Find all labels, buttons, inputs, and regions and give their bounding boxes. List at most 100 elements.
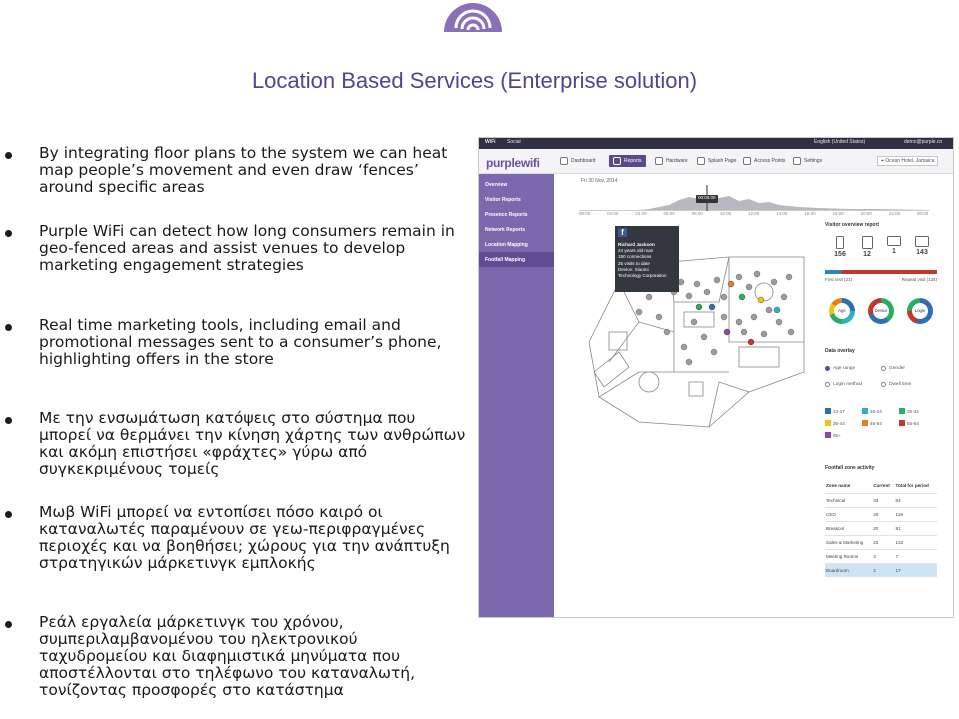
nav-splash-page[interactable]: Splash Page — [697, 155, 736, 167]
legend-label: 55-64 — [907, 420, 919, 426]
time-tick-label: 06:00 — [663, 211, 675, 216]
table-row[interactable]: CEO 20 119 — [825, 506, 937, 521]
nav-settings[interactable]: Settings — [793, 155, 822, 167]
bullet-text: By integrating floor plans to the system… — [39, 144, 448, 196]
nav-reports[interactable]: Reports — [609, 155, 646, 167]
legend-swatch — [825, 420, 831, 426]
app-header: purplewifi Dashboard Reports Hardware Sp… — [479, 149, 953, 174]
overlay-option-gender[interactable]: Gender — [881, 366, 905, 371]
sidebar-item-overview[interactable]: Overview — [479, 177, 554, 192]
bullet-list: By integrating floor plans to the system… — [0, 0, 470, 719]
table-row[interactable]: Technical 33 64 — [825, 492, 937, 507]
floor-plan-map[interactable] — [579, 222, 809, 432]
splash-page-icon — [697, 157, 705, 165]
user-email[interactable]: demo@purple.co — [904, 139, 942, 145]
radio-button — [881, 382, 886, 387]
legend-swatch — [862, 420, 868, 426]
device-tablet: 12 — [854, 236, 880, 258]
table-cell: 119 — [894, 506, 937, 521]
language-select[interactable]: English (United States) — [814, 139, 865, 145]
device-desktop: 143 — [909, 236, 935, 256]
option-label: Age range — [833, 366, 856, 371]
bullet-dot — [5, 324, 12, 331]
time-tick-label: 22:00 — [888, 211, 901, 216]
legend-swatch — [899, 420, 905, 426]
table-cell: Technical — [825, 492, 873, 507]
app-topbar: WiFi Social English (United States) demo… — [479, 138, 953, 149]
timeline-marker-label: 00:00:00 — [698, 195, 716, 200]
legend-item: 65+ — [825, 432, 841, 438]
legend-label: 35-44 — [833, 420, 845, 426]
table-cell: 23 — [872, 534, 895, 549]
time-tick-label: 18:00 — [832, 211, 844, 216]
age-legend: 13-17 18-24 25-34 35-44 45-54 55-64 65+ — [825, 408, 937, 444]
legend-item: 25-34 — [899, 408, 919, 414]
reports-icon — [613, 157, 621, 165]
donut-label: Age — [834, 303, 850, 319]
visit-ratio-bar — [825, 270, 937, 274]
timeline-scrubber[interactable] — [579, 185, 929, 211]
legend-swatch — [825, 408, 831, 414]
legend-label: 65+ — [833, 432, 841, 438]
facebook-icon: f — [618, 228, 627, 237]
legend-label: 18-24 — [870, 408, 882, 414]
time-tick-label: 04:00 — [635, 211, 647, 216]
visitor-profile-card[interactable]: f Richard Jackson 24 years old man 150 c… — [615, 226, 679, 292]
time-tick-label: 12:00 — [748, 211, 760, 216]
age-donut[interactable]: Age — [829, 298, 855, 324]
tablet-icon — [861, 236, 873, 249]
nav-dashboard[interactable]: Dashboard — [560, 155, 595, 167]
radio-button — [825, 366, 830, 371]
radio-button — [825, 382, 830, 387]
sidebar-item-network-reports[interactable]: Network Reports — [479, 222, 554, 237]
venue-select[interactable]: ⌖ Ocean Hotel, Jamaica — [877, 156, 939, 166]
topbar-wifi-tab[interactable]: WiFi — [485, 139, 496, 145]
overlay-option-age-range[interactable]: Age range — [825, 366, 855, 371]
table-cell: 122 — [894, 534, 937, 549]
time-tick-label: 08:00 — [691, 211, 703, 216]
table-row[interactable]: Boardroom 2 17 — [825, 562, 937, 577]
donut-label: Device — [873, 303, 889, 319]
sidebar-item-visitor-reports[interactable]: Visitor Reports — [479, 192, 554, 207]
nav-label: Dashboard — [571, 158, 596, 164]
app-sidebar: Overview Visitor Reports Presence Report… — [479, 174, 554, 617]
nav-hardware[interactable]: Hardware — [655, 155, 688, 167]
table-cell: 64 — [894, 492, 937, 507]
sidebar-item-location-mapping[interactable]: Location Mapping — [479, 237, 554, 252]
nav-access-points[interactable]: Access Points — [743, 155, 785, 167]
nav-label: Hardware — [666, 158, 688, 164]
sidebar-item-presence-reports[interactable]: Presence Reports — [479, 207, 554, 222]
bullet-text: Ρεάλ εργαλεία μάρκετινγκ του χρόνου, συμ… — [39, 613, 416, 699]
bullet-text: Με την ενσωμάτωση κατόψεις στο σύστημα π… — [39, 409, 466, 478]
topbar-social-tab[interactable]: Social — [507, 139, 521, 145]
option-label: Dwell time — [889, 382, 912, 387]
legend-label: 13-17 — [833, 408, 845, 414]
overlay-option-login-method[interactable]: Login method — [825, 382, 862, 387]
table-row[interactable]: Breakout 20 91 — [825, 520, 937, 535]
option-label: Login method — [833, 382, 863, 387]
column-header: Zone name — [826, 482, 851, 488]
desktop-icon — [915, 236, 929, 247]
table-cell: 20 — [872, 520, 895, 535]
login-donut[interactable]: Login — [907, 298, 933, 324]
table-cell: CEO — [825, 506, 873, 521]
column-header: Current — [873, 482, 890, 488]
time-tick-label: 10:00 — [719, 211, 732, 216]
table-row[interactable]: Sales & Marketing 23 122 — [825, 534, 937, 549]
table-cell: 3 — [872, 548, 895, 563]
time-tick-label: 14:00 — [776, 211, 788, 216]
legend-swatch — [825, 432, 831, 438]
table-row[interactable]: Meeting Rooms 3 7 — [825, 548, 937, 563]
sidebar-item-footfall-mapping[interactable]: Footfall Mapping — [479, 252, 554, 267]
time-axis: 00:00 02:00 04:00 06:00 08:00 10:00 12:00 14:00… — [579, 211, 929, 218]
bullet-dot — [5, 621, 12, 628]
overlay-option-dwell-time[interactable]: Dwell time — [881, 382, 911, 387]
nav-label: Splash Page — [708, 158, 737, 164]
dashboard-icon — [560, 157, 568, 165]
time-tick-label: 02:00 — [607, 211, 619, 216]
column-header: Total for period — [895, 482, 929, 488]
data-overlay-title: Data overlay — [825, 348, 855, 354]
legend-label: 45-54 — [870, 420, 882, 426]
device-donut[interactable]: Device — [868, 298, 894, 324]
table-cell: 2 — [872, 562, 895, 577]
